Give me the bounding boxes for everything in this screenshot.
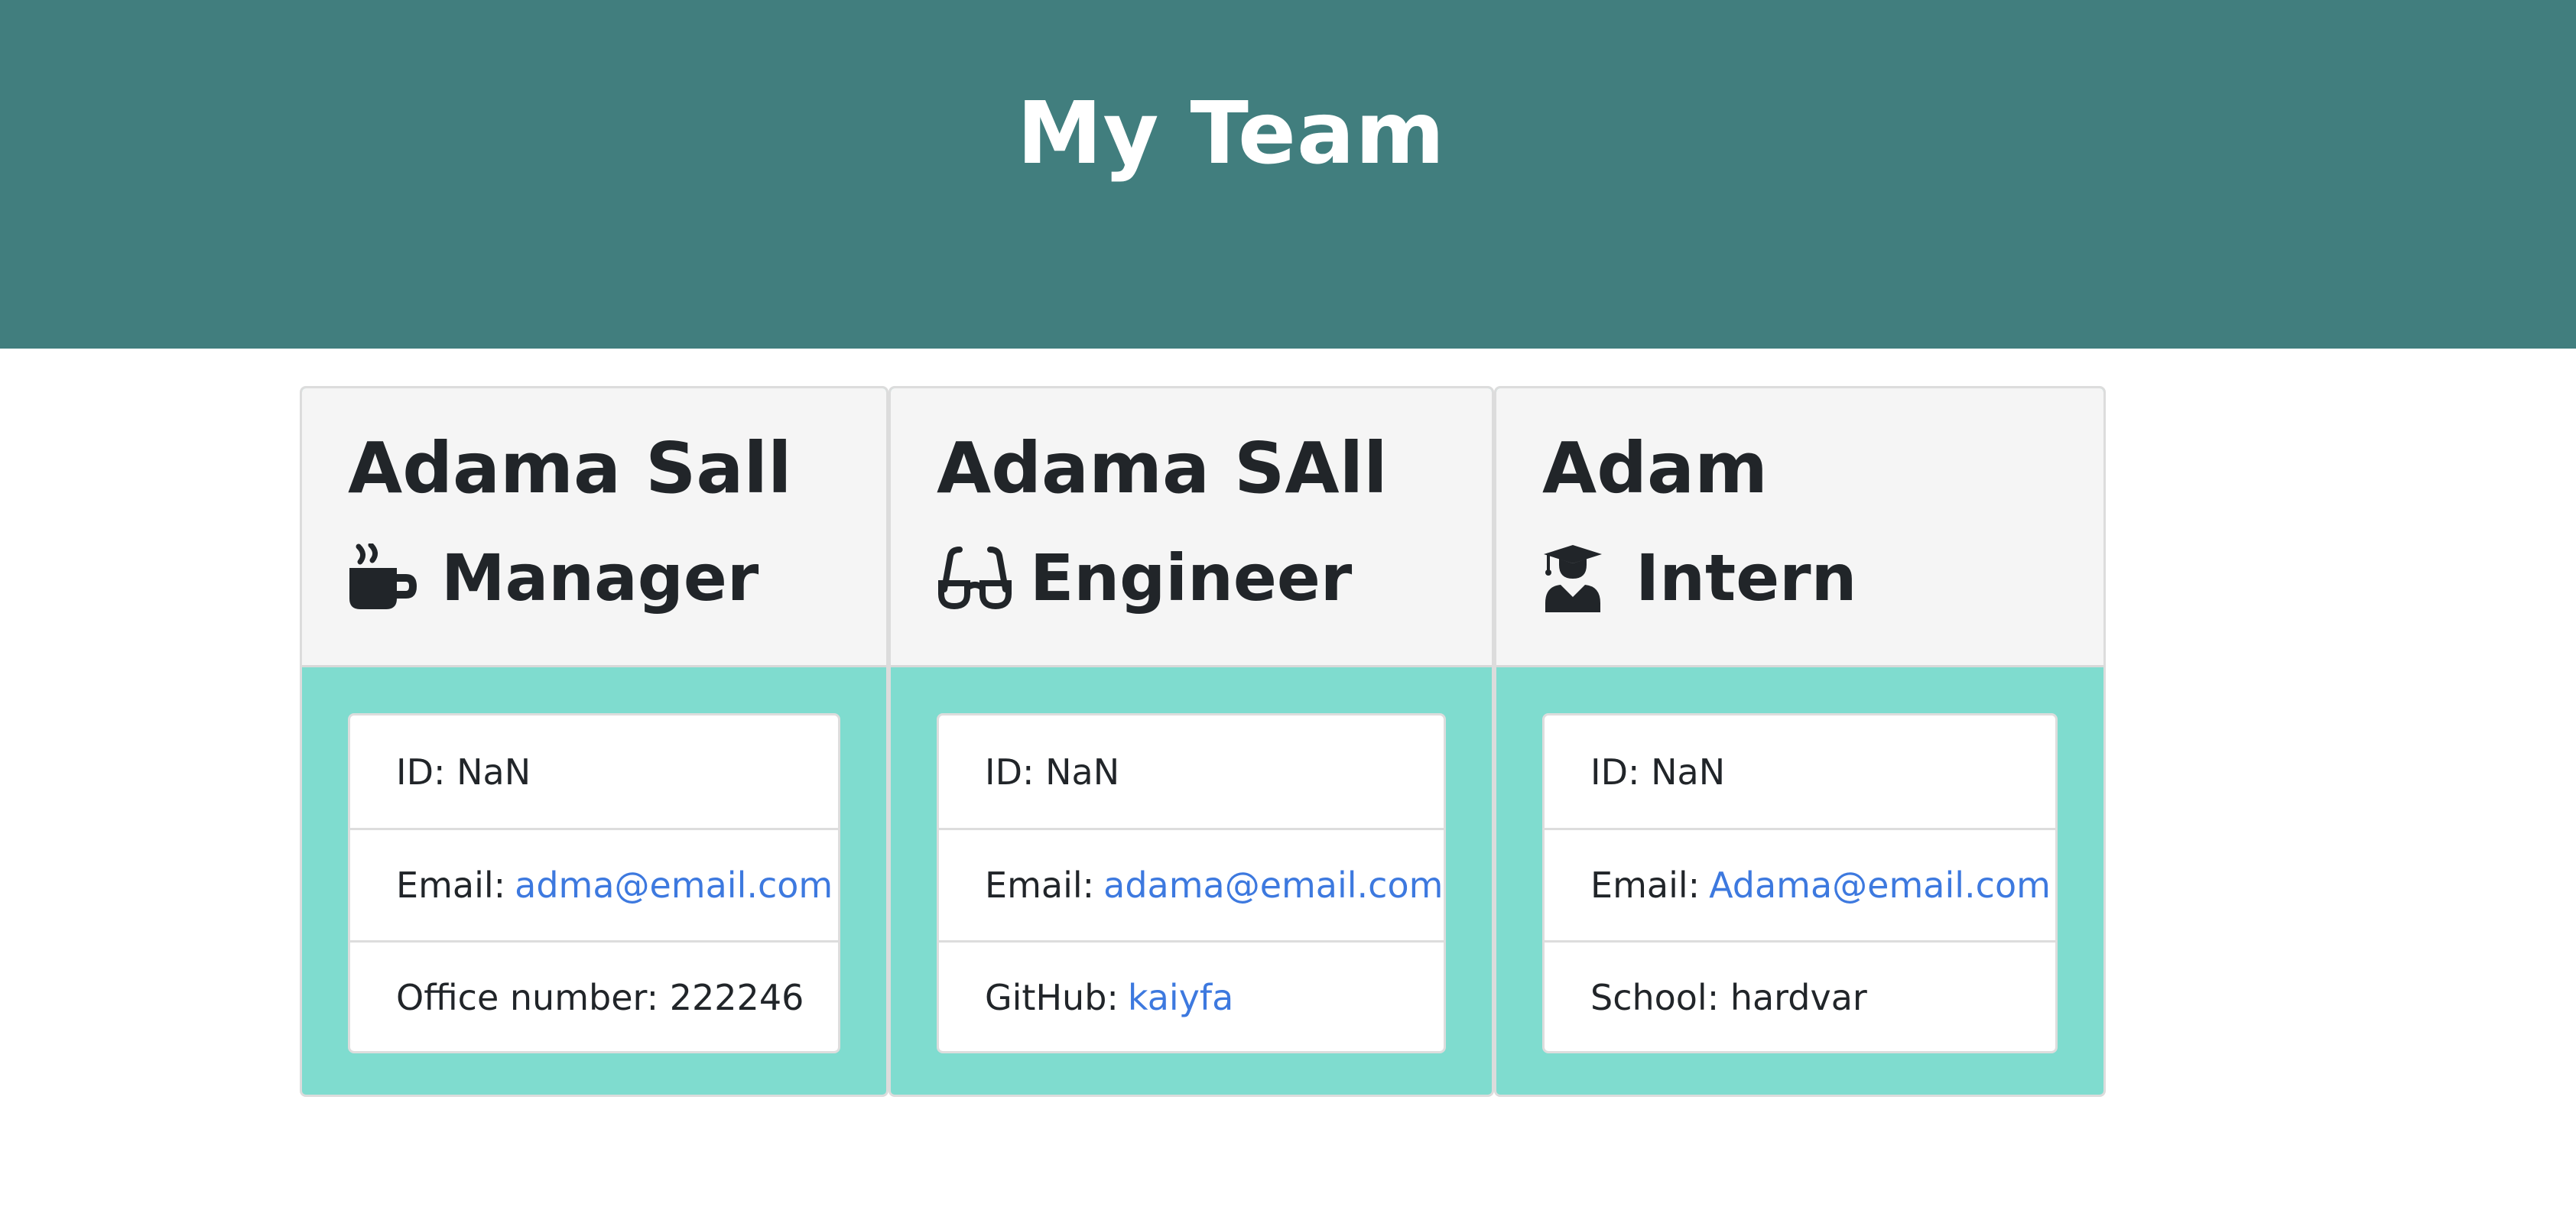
id-value: NaN xyxy=(1045,751,1120,793)
list-item-office: Office number: 222246 xyxy=(350,940,838,1053)
list-item-email: Email: adama@email.com xyxy=(939,828,1444,940)
email-link[interactable]: Adama@email.com xyxy=(1709,865,2051,906)
id-value: NaN xyxy=(456,751,531,793)
list-item-github: GitHub: kaiyfa xyxy=(939,940,1444,1053)
employee-card-manager: Adama Sall Manager ID: NaN Email: adma@e… xyxy=(300,386,888,1097)
id-label: ID: xyxy=(985,751,1035,793)
role-label: Intern xyxy=(1636,540,1857,615)
card-header: Adam Intern xyxy=(1496,388,2103,667)
list-item-school: School: hardvar xyxy=(1545,940,2055,1053)
email-link[interactable]: adma@email.com xyxy=(515,865,833,906)
employee-card-engineer: Adama SAll Engineer ID: NaN Email: adama… xyxy=(888,386,1494,1097)
employee-card-intern: Adam Intern ID: NaN Email: Adama@email.c… xyxy=(1494,386,2106,1097)
coffee-mug-icon xyxy=(348,543,424,612)
id-label: ID: xyxy=(396,751,446,793)
list-item-id: ID: NaN xyxy=(350,715,838,828)
employee-name: Adam xyxy=(1542,427,1769,509)
employee-role: Manager xyxy=(348,532,759,624)
email-label: Email: xyxy=(985,865,1095,906)
list-item-email: Email: Adama@email.com xyxy=(1545,828,2055,940)
card-header: Adama Sall Manager xyxy=(302,388,886,667)
card-header: Adama SAll Engineer xyxy=(891,388,1492,667)
github-link[interactable]: kaiyfa xyxy=(1128,977,1233,1018)
employee-role: Intern xyxy=(1542,532,1856,624)
id-label: ID: xyxy=(1590,751,1640,793)
employee-name: Adama Sall xyxy=(348,427,792,509)
graduate-icon xyxy=(1542,543,1619,612)
employee-details-list: ID: NaN Email: Adama@email.com School: h… xyxy=(1542,713,2058,1053)
list-item-id: ID: NaN xyxy=(1545,715,2055,828)
page-title: My Team xyxy=(1017,84,1446,183)
office-label: Office number: xyxy=(396,977,659,1018)
id-value: NaN xyxy=(1651,751,1726,793)
email-label: Email: xyxy=(396,865,506,906)
employee-details-list: ID: NaN Email: adma@email.com Office num… xyxy=(348,713,840,1053)
school-label: School: xyxy=(1590,977,1720,1018)
github-label: GitHub: xyxy=(985,977,1119,1018)
role-label: Manager xyxy=(441,540,759,615)
list-item-email: Email: adma@email.com xyxy=(350,828,838,940)
employee-details-list: ID: NaN Email: adama@email.com GitHub: k… xyxy=(937,713,1446,1053)
office-value: 222246 xyxy=(669,977,804,1018)
list-item-id: ID: NaN xyxy=(939,715,1444,828)
employee-role: Engineer xyxy=(937,532,1352,624)
role-label: Engineer xyxy=(1030,540,1353,615)
school-value: hardvar xyxy=(1730,977,1867,1018)
email-link[interactable]: adama@email.com xyxy=(1103,865,1443,906)
page-header: My Team xyxy=(0,0,2576,349)
email-label: Email: xyxy=(1590,865,1701,906)
employee-name: Adama SAll xyxy=(937,427,1388,509)
glasses-icon xyxy=(937,543,1013,612)
